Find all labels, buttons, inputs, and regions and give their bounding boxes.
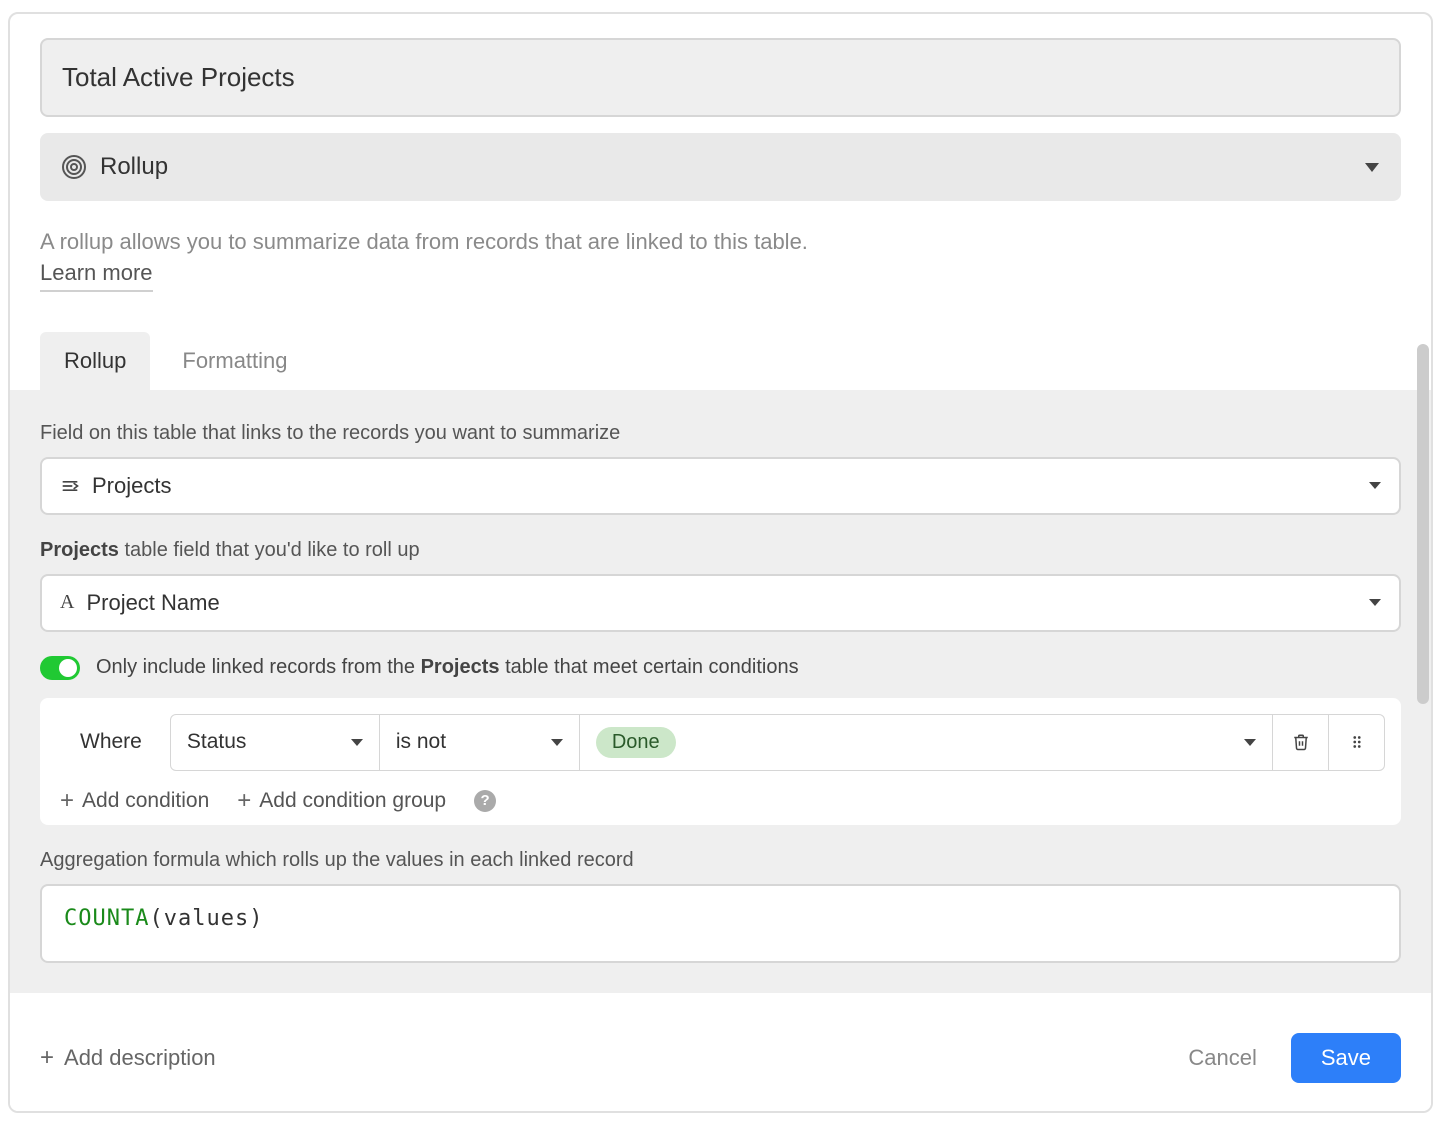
caret-down-icon: [551, 739, 563, 746]
link-field-label: Field on this table that links to the re…: [40, 422, 1401, 445]
condition-field-select[interactable]: Status: [170, 714, 380, 771]
plus-icon: +: [60, 789, 74, 813]
aggregation-formula-input[interactable]: COUNTA(values): [40, 884, 1401, 963]
plus-icon: +: [40, 1046, 54, 1070]
condition-drag-handle[interactable]: [1329, 714, 1385, 771]
rollup-icon: [62, 155, 86, 179]
condition-delete-button[interactable]: [1273, 714, 1329, 771]
rollup-config-area: Field on this table that links to the re…: [10, 390, 1431, 993]
scrollbar-thumb[interactable]: [1417, 344, 1429, 704]
field-config-modal: Rollup A rollup allows you to summarize …: [8, 12, 1433, 1113]
link-field-value: Projects: [92, 473, 1357, 499]
modal-body: Rollup A rollup allows you to summarize …: [10, 14, 1431, 1011]
modal-footer: + Add description Cancel Save: [10, 1011, 1431, 1111]
caret-down-icon: [1369, 599, 1381, 606]
rollup-field-select[interactable]: A Project Name: [40, 574, 1401, 632]
trash-icon: [1292, 733, 1310, 751]
field-type-select[interactable]: Rollup: [40, 133, 1401, 201]
condition-where-label: Where: [56, 714, 170, 771]
drag-handle-icon: [1348, 733, 1366, 751]
plus-icon: +: [237, 789, 251, 813]
condition-box: Where Status is not Done: [40, 698, 1401, 825]
caret-down-icon: [351, 739, 363, 746]
add-condition-group-button[interactable]: + Add condition group: [237, 789, 446, 813]
condition-row: Where Status is not Done: [56, 714, 1385, 771]
condition-value-select[interactable]: Done: [580, 714, 1273, 771]
link-field-icon: [60, 476, 80, 496]
filter-toggle[interactable]: [40, 656, 80, 680]
field-name-input[interactable]: [40, 38, 1401, 117]
config-tabs: Rollup Formatting: [40, 332, 1401, 390]
caret-down-icon: [1365, 163, 1379, 172]
save-button[interactable]: Save: [1291, 1033, 1401, 1083]
filter-toggle-row: Only include linked records from the Pro…: [40, 656, 1401, 680]
link-field-select[interactable]: Projects: [40, 457, 1401, 515]
cancel-button[interactable]: Cancel: [1166, 1033, 1278, 1083]
field-type-description: A rollup allows you to summarize data fr…: [40, 227, 1401, 258]
tab-rollup[interactable]: Rollup: [40, 332, 150, 390]
filter-toggle-label: Only include linked records from the Pro…: [96, 656, 799, 679]
rollup-field-label: Projects table field that you'd like to …: [40, 539, 1401, 562]
caret-down-icon: [1244, 739, 1256, 746]
text-field-icon: A: [60, 591, 74, 614]
condition-value-pill: Done: [596, 727, 676, 758]
aggregation-label: Aggregation formula which rolls up the v…: [40, 849, 1401, 872]
learn-more-link[interactable]: Learn more: [40, 260, 153, 292]
rollup-field-value: Project Name: [86, 590, 1357, 616]
field-type-label: Rollup: [100, 153, 1351, 181]
tab-formatting[interactable]: Formatting: [158, 332, 311, 390]
add-description-button[interactable]: + Add description: [40, 1045, 216, 1071]
condition-actions: + Add condition + Add condition group ?: [56, 789, 1385, 813]
condition-operator-select[interactable]: is not: [380, 714, 580, 771]
add-condition-button[interactable]: + Add condition: [60, 789, 209, 813]
help-icon[interactable]: ?: [474, 790, 496, 812]
caret-down-icon: [1369, 482, 1381, 489]
